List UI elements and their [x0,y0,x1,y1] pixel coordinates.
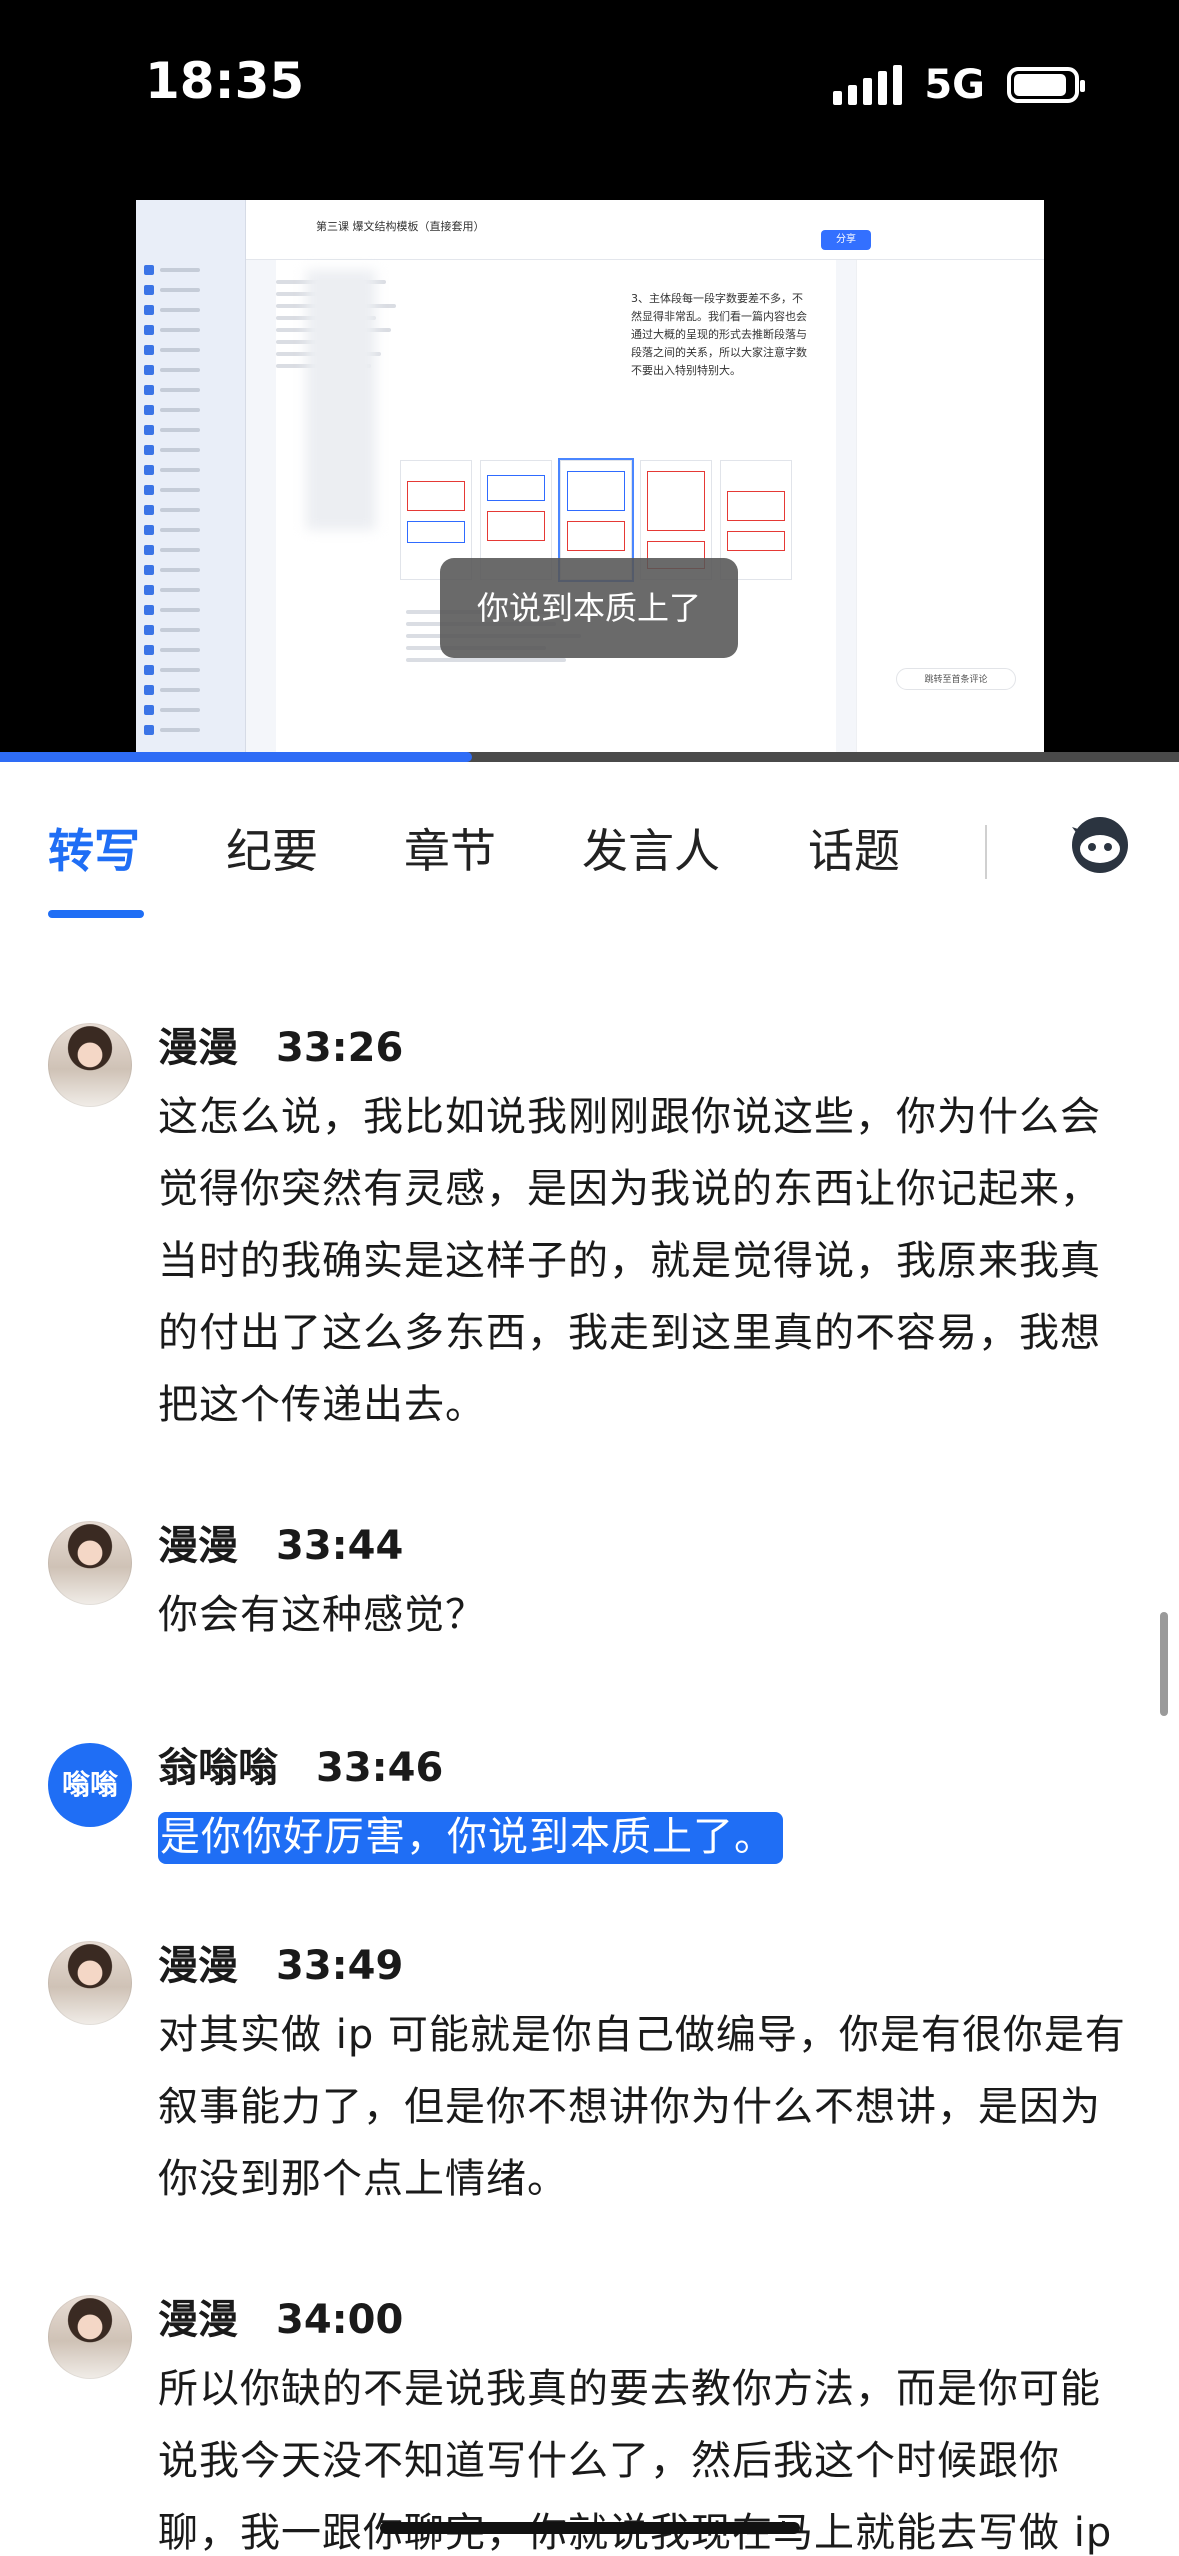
avatar-initials: 嗡嗡 [48,1743,132,1827]
transcript-text[interactable]: 对其实做 ip 可能就是你自己做编导，你是有很你是有叙事能力了，但是你不想讲你为… [158,1999,1133,2215]
video-jump-comment: 跳转至首条评论 [896,668,1016,690]
tab-divider [985,825,987,879]
avatar [48,1023,132,1107]
status-indicators: 5G [833,62,1085,108]
tab-speakers[interactable]: 发言人 [582,815,720,881]
video-doc-sidebar [136,200,246,760]
speaker-name: 漫漫 [158,2297,238,2343]
transcript-list[interactable]: 漫漫 33:26 这怎么说，我比如说我刚刚跟你说这些，你为什么会觉得你突然有灵感，… [0,915,1179,2556]
speaker-name: 漫漫 [158,1025,238,1071]
tab-chapters[interactable]: 章节 [404,815,496,881]
video-blurred-region [306,270,376,530]
transcript-text-highlighted[interactable]: 是你你好厉害，你说到本质上了。 [158,1801,1133,1873]
timestamp[interactable]: 33:44 [276,1523,403,1569]
speaker-line: 漫漫 33:44 [158,1513,403,1571]
video-frame[interactable]: 第三课 爆文结构模板（直接套用） 分享 3、主体段每一段字数要差不多，不然显得非… [136,200,1044,760]
status-bar: 18:35 5G [0,0,1179,175]
speaker-name: 翁嗡嗡 [158,1745,278,1791]
playback-progress-bar[interactable] [0,752,1179,762]
tab-bar: 转写 纪要 章节 发言人 话题 [0,775,1179,918]
speaker-name: 漫漫 [158,1523,238,1569]
speaker-line: 翁嗡嗡 33:46 [158,1735,443,1793]
transcript-text[interactable]: 这怎么说，我比如说我刚刚跟你说这些，你为什么会觉得你突然有灵感，是因为我说的东西… [158,1081,1133,1441]
status-time: 18:35 [145,52,305,110]
timestamp[interactable]: 33:26 [276,1025,403,1071]
timestamp[interactable]: 33:49 [276,1943,403,1989]
video-doc-toolbar: 第三课 爆文结构模板（直接套用） 分享 [246,200,1044,260]
network-label: 5G [924,62,985,108]
timestamp[interactable]: 33:46 [316,1745,443,1791]
signal-icon [833,65,903,105]
tab-topics[interactable]: 话题 [808,815,900,881]
tab-transcript[interactable]: 转写 [48,815,140,881]
scrollbar-thumb[interactable] [1160,1612,1168,1716]
video-player-area: 18:35 5G 第三课 爆文结构模板（直接套用） 分享 3、主体段每一段字数要… [0,0,1179,762]
home-indicator[interactable] [380,2522,800,2534]
avatar [48,1941,132,2025]
transcript-text[interactable]: 你会有这种感觉？ [158,1579,1133,1651]
playback-progress-fill [0,752,472,762]
speaker-line: 漫漫 34:00 [158,2287,403,2345]
speaker-line: 漫漫 33:49 [158,1933,403,1991]
assistant-bot-icon[interactable] [1068,813,1132,877]
tab-summary[interactable]: 纪要 [226,815,318,881]
battery-icon [1007,67,1085,103]
avatar [48,2295,132,2379]
video-doc-breadcrumb: 第三课 爆文结构模板（直接套用） [316,220,485,233]
video-doc-paragraph: 3、主体段每一段字数要差不多，不然显得非常乱。我们看一篇内容也会通过大概的呈现的… [631,292,807,377]
speaker-line: 漫漫 33:26 [158,1015,403,1073]
video-share-button: 分享 [821,230,871,250]
video-subtitle: 你说到本质上了 [440,558,738,658]
current-sentence-highlight[interactable]: 是你你好厉害，你说到本质上了。 [158,1812,783,1864]
speaker-name: 漫漫 [158,1943,238,1989]
timestamp[interactable]: 34:00 [276,2297,403,2343]
avatar [48,1521,132,1605]
